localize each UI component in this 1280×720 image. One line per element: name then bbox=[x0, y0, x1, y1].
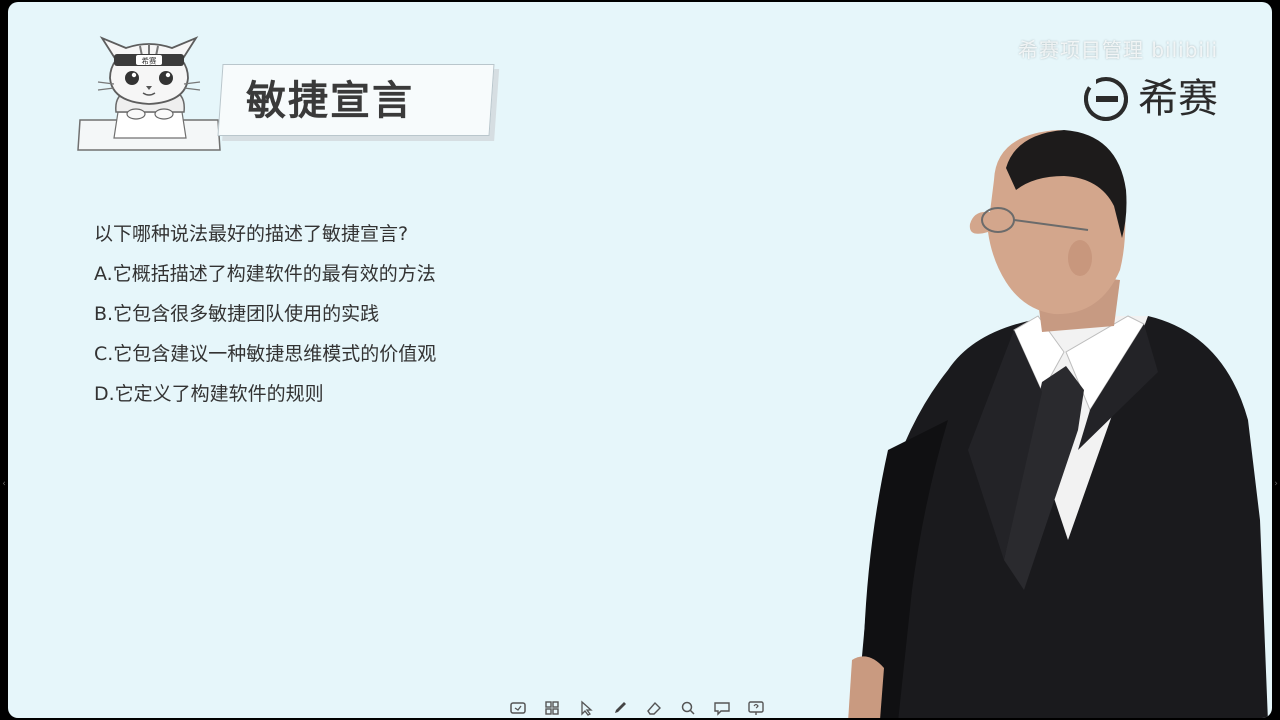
presenter-figure bbox=[848, 130, 1268, 718]
question-block: 以下哪种说法最好的描述了敏捷宣言? A.它概括描述了构建软件的最有效的方法 B.… bbox=[94, 214, 436, 414]
option-a: A.它概括描述了构建软件的最有效的方法 bbox=[94, 263, 436, 285]
comment-icon[interactable] bbox=[712, 698, 732, 718]
brand-emblem-icon bbox=[1084, 77, 1128, 121]
slide-title: 敏捷宣言 bbox=[246, 78, 414, 124]
eraser-icon[interactable] bbox=[644, 698, 664, 718]
brand-logo: 希赛 bbox=[1082, 74, 1218, 124]
pointer-icon[interactable] bbox=[576, 698, 596, 718]
right-edge-arrow-icon: › bbox=[1274, 479, 1278, 489]
left-edge-arrow-icon: ‹ bbox=[2, 479, 6, 489]
video-frame: ‹ › 希赛 敏捷宣言 希赛项目管理 bilibili 希赛 以下哪种说法最好的… bbox=[0, 0, 1280, 720]
search-icon[interactable] bbox=[678, 698, 698, 718]
headband-text: 希赛 bbox=[142, 56, 157, 66]
pen-icon[interactable] bbox=[610, 698, 630, 718]
option-d: D.它定义了构建软件的规则 bbox=[94, 383, 324, 405]
brand-name: 希赛 bbox=[1138, 76, 1218, 122]
cat-mascot-icon: 希赛 bbox=[77, 36, 221, 151]
screen-icon[interactable] bbox=[508, 698, 528, 718]
grid-icon[interactable] bbox=[542, 698, 562, 718]
question-prompt: 以下哪种说法最好的描述了敏捷宣言? bbox=[94, 223, 409, 245]
option-b: B.它包含很多敏捷团队使用的实践 bbox=[94, 303, 380, 325]
presentation-slide: 希赛 敏捷宣言 希赛项目管理 bilibili 希赛 以下哪种说法最好的描述了敏… bbox=[8, 2, 1272, 718]
option-c: C.它包含建议一种敏捷思维模式的价值观 bbox=[94, 343, 437, 365]
presentation-toolbar bbox=[508, 698, 766, 718]
help-screen-icon[interactable] bbox=[746, 698, 766, 718]
video-watermark: 希赛项目管理 bilibili bbox=[1018, 38, 1219, 62]
